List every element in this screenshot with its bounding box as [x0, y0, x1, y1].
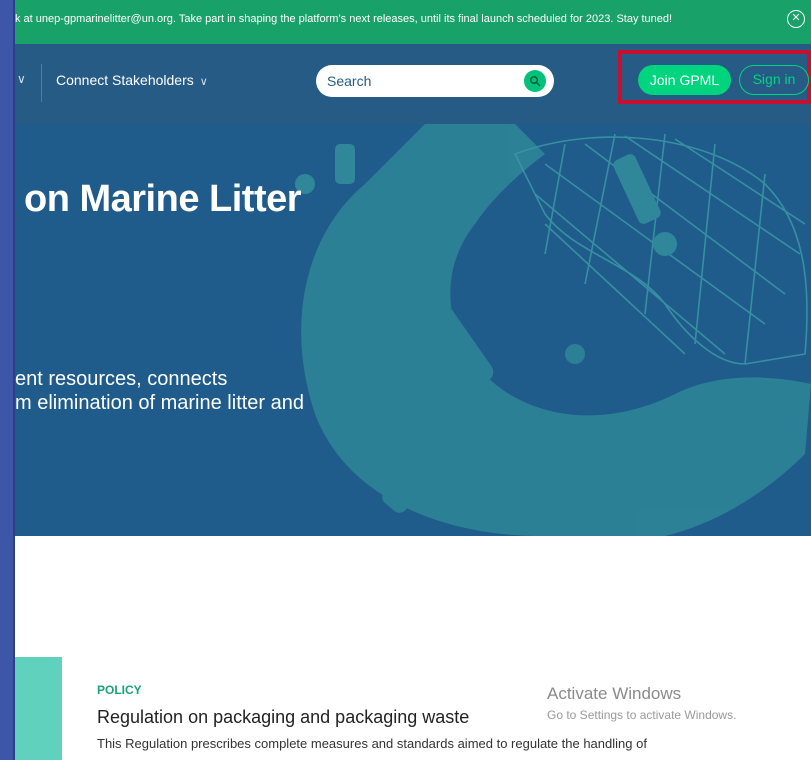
chevron-down-icon: ∨: [199, 76, 208, 88]
sign-in-button[interactable]: Sign in: [739, 65, 809, 95]
join-gpml-button[interactable]: Join GPML: [638, 65, 731, 95]
resource-type-tag: POLICY: [97, 683, 142, 697]
resource-description-cutoff: [97, 755, 757, 760]
announcement-text: k at unep-gpmarinelitter@un.org. Take pa…: [15, 13, 673, 25]
search-button[interactable]: [524, 70, 546, 92]
chevron-down-icon[interactable]: ∨: [17, 72, 26, 86]
top-navigation: ∨ Connect Stakeholders ∨ Join GPML Sign i…: [15, 44, 811, 124]
search-box: [316, 65, 554, 97]
marine-litter-illustration: [295, 124, 811, 536]
nav-divider: [41, 64, 42, 102]
close-circle-icon[interactable]: ✕: [787, 10, 805, 28]
activate-windows-subtitle: Go to Settings to activate Windows.: [547, 708, 737, 722]
nav-item-connect-stakeholders[interactable]: Connect Stakeholders ∨: [56, 72, 208, 88]
resource-description: This Regulation prescribes complete meas…: [97, 736, 647, 751]
resource-title[interactable]: Regulation on packaging and packaging wa…: [97, 707, 469, 728]
window-left-edge: [0, 0, 15, 760]
nav-item-label: Connect Stakeholders: [56, 72, 194, 88]
card-accent-bar: [15, 657, 62, 760]
hero-description-line-2: m elimination of marine litter and: [15, 392, 305, 414]
search-input[interactable]: [327, 71, 517, 91]
search-icon: [529, 75, 541, 87]
announcement-bar: k at unep-gpmarinelitter@un.org. Take pa…: [15, 0, 811, 44]
activate-windows-title: Activate Windows: [547, 684, 682, 703]
hero-title: on Marine Litter: [24, 178, 302, 220]
hero-banner: on Marine Litter ent resources, connects…: [15, 124, 811, 536]
hero-description-line-1: ent resources, connects: [15, 368, 228, 390]
